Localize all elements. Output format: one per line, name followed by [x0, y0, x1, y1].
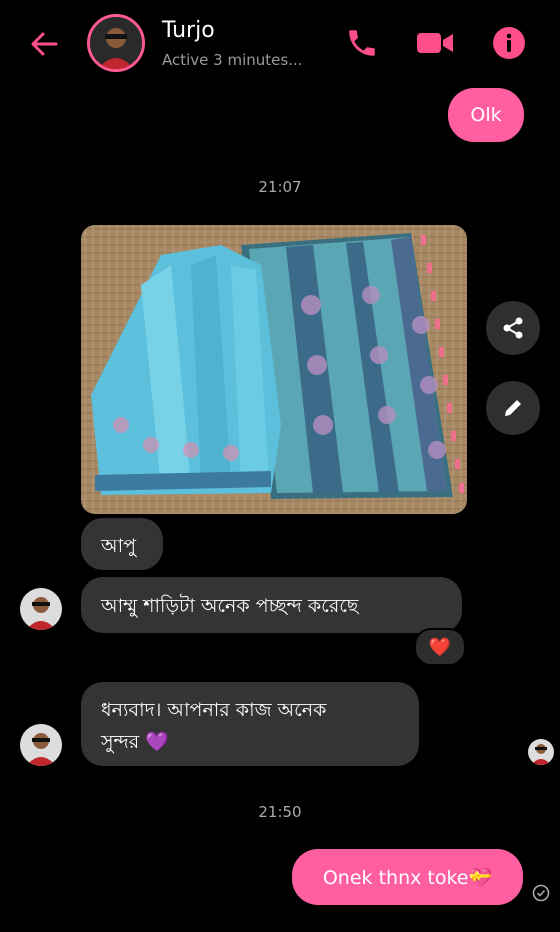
phone-icon[interactable] [345, 26, 379, 60]
edit-button[interactable] [486, 381, 540, 435]
incoming-message-bubble[interactable]: ধন্যবাদ। আপনার কাজ অনেক সুন্দর 💜 [81, 682, 419, 766]
sender-avatar[interactable] [20, 724, 62, 766]
back-arrow-icon[interactable] [26, 26, 62, 62]
share-icon [503, 317, 523, 339]
incoming-message-bubble[interactable]: আপু [81, 518, 163, 570]
message-text: আম্মু শাড়িটা অনেক পচ্ছন্দ করেছে [101, 595, 359, 617]
info-icon[interactable] [492, 26, 526, 60]
sent-check-icon [532, 884, 550, 902]
heart-icon: ❤️ [428, 636, 452, 658]
outgoing-message-bubble[interactable]: Olk [448, 88, 524, 142]
active-status: Active 3 minutes... [162, 51, 303, 69]
pencil-icon [505, 400, 521, 416]
seen-avatar [528, 739, 554, 765]
contact-name[interactable]: Turjo [162, 18, 215, 43]
incoming-message-bubble[interactable]: আম্মু শাড়িটা অনেক পচ্ছন্দ করেছে [81, 577, 462, 633]
message-text-line: সুন্দর 💜 [101, 731, 169, 753]
outgoing-message-bubble[interactable]: Onek thnx toke💝 [292, 849, 523, 905]
message-text: Onek thnx toke💝 [322, 866, 493, 889]
message-text: Olk [470, 104, 502, 126]
heart-reaction[interactable]: ❤️ [414, 628, 466, 666]
contact-avatar[interactable] [87, 14, 145, 72]
message-text-line: ধন্যবাদ। আপনার কাজ অনেক [101, 699, 327, 721]
sender-avatar[interactable] [20, 588, 62, 630]
share-button[interactable] [486, 301, 540, 355]
video-camera-icon[interactable] [413, 28, 457, 58]
message-text: আপু [101, 535, 137, 557]
shared-photo[interactable] [81, 225, 467, 514]
timestamp: 21:50 [258, 803, 302, 821]
timestamp: 21:07 [258, 178, 302, 196]
